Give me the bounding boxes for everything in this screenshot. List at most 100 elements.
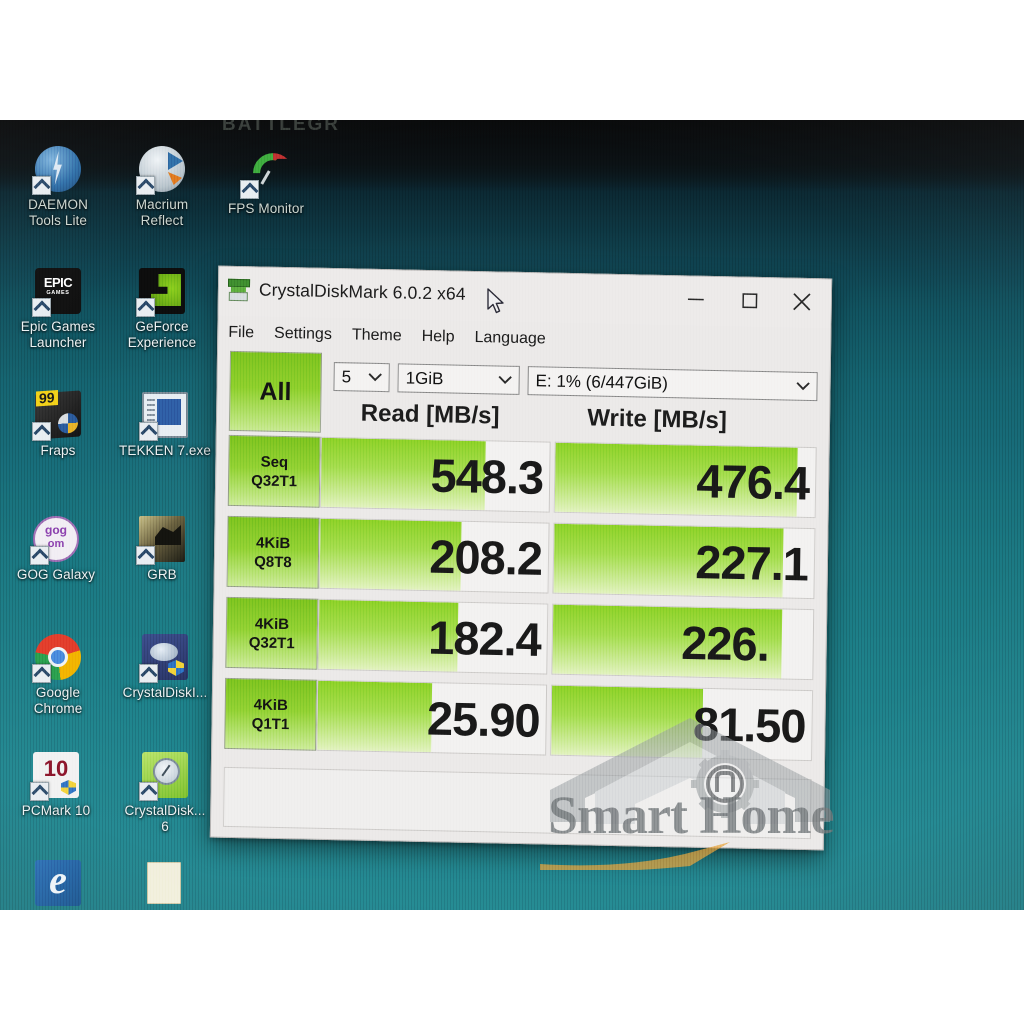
test-size-dropdown[interactable]: 1GiB xyxy=(397,363,520,395)
close-button[interactable] xyxy=(779,286,825,317)
desktop-icon-crystaldiskinfo[interactable]: CrystalDiskI... xyxy=(106,634,224,701)
shortcut-arrow-icon xyxy=(136,176,155,195)
shortcut-arrow-icon xyxy=(139,782,158,801)
seq-q32t1-write-cell: 476.4 xyxy=(553,441,817,519)
menu-item-file[interactable]: File xyxy=(228,324,254,343)
shortcut-arrow-icon xyxy=(139,422,158,441)
daemon-tools-lite-icon xyxy=(32,146,81,195)
chevron-down-icon xyxy=(795,377,810,395)
shortcut-arrow-icon xyxy=(136,546,155,565)
4kib-q8t8-read-value: 208.2 xyxy=(429,529,543,585)
test-label-4kib-q1t1[interactable]: 4KiB Q1T1 xyxy=(224,677,318,751)
desktop-icon-label: GRB xyxy=(147,567,177,582)
desktop-icon-epic-games-launcher[interactable]: Epic GamesLauncher xyxy=(6,268,110,350)
table-row: 4KiB Q1T1 25.90 81.50 xyxy=(224,677,814,763)
desktop-icon-crystaldiskmark-6[interactable]: CrystalDisk... 6 xyxy=(106,752,224,834)
desktop-icon-label: TEKKEN 7.exe xyxy=(119,443,211,458)
4kib-q32t1-write-cell: 226. xyxy=(551,603,815,681)
desktop-icon-daemon-tools-lite[interactable]: DAEMON Tools Lite xyxy=(6,146,110,228)
desktop-icon-macrium-reflect[interactable]: Macrium Reflect xyxy=(110,146,214,228)
crystaldiskmark-window[interactable]: CrystalDiskMark 6.0.2 x64 File Settings … xyxy=(209,265,833,851)
monitor-photo: BATTLEGR DAEMON Tools Lite Macrium Reflect xyxy=(0,120,1024,910)
drive-select-dropdown[interactable]: E: 1% (6/447GiB) xyxy=(527,366,818,402)
shortcut-arrow-icon xyxy=(30,546,49,565)
4kib-q1t1-write-value: 81.50 xyxy=(692,696,806,752)
desktop-icon-pcmark-10[interactable]: PCMark 10 xyxy=(4,752,108,819)
table-row: Seq Q32T1 548.3 476.4 xyxy=(227,434,817,520)
shortcut-arrow-icon xyxy=(32,422,51,441)
4kib-q8t8-read-cell: 208.2 xyxy=(318,517,550,594)
shortcut-arrow-icon xyxy=(240,180,259,199)
minimize-icon xyxy=(687,298,704,301)
desktop-icon-label: PCMark 10 xyxy=(21,803,91,818)
test-runs-dropdown[interactable]: 5 xyxy=(333,362,390,393)
read-column-header: Read [MB/s] xyxy=(360,399,500,430)
document-icon xyxy=(147,862,181,904)
macrium-reflect-icon xyxy=(136,146,185,195)
minimize-button[interactable] xyxy=(673,284,719,315)
disk-icon xyxy=(227,278,251,302)
desktop-icon-label: CrystalDisk... 6 xyxy=(124,803,206,834)
table-row: 4KiB Q8T8 208.2 227.1 xyxy=(226,515,816,601)
desktop-icon-label: CrystalDiskI... xyxy=(122,685,208,700)
desktop-icon-geforce-experience[interactable]: GeForce Experience xyxy=(110,268,214,350)
test-size-value: 1GiB xyxy=(405,368,444,388)
epic-games-icon xyxy=(32,268,81,317)
shortcut-arrow-icon xyxy=(136,298,155,317)
4kib-q32t1-read-value: 182.4 xyxy=(427,610,542,666)
test-label-4kib-q8t8[interactable]: 4KiB Q8T8 xyxy=(226,515,320,589)
maximize-button[interactable] xyxy=(727,285,773,316)
window-title: CrystalDiskMark 6.0.2 x64 xyxy=(258,279,466,304)
chevron-down-icon xyxy=(498,371,513,389)
4kib-q8t8-write-cell: 227.1 xyxy=(552,522,816,600)
pcmark-10-icon xyxy=(30,752,79,801)
chevron-down-icon xyxy=(368,368,383,386)
desktop-icon-label: Epic Games Launcher xyxy=(20,319,96,350)
table-row: 4KiB Q32T1 182.4 226. xyxy=(225,596,815,682)
test-runs-value: 5 xyxy=(341,366,352,386)
desktop-icon-label: GOG Galaxy xyxy=(16,567,96,582)
desktop-icon-grb[interactable]: GRB xyxy=(110,516,214,583)
menu-item-theme[interactable]: Theme xyxy=(352,326,402,345)
status-bar xyxy=(222,766,812,840)
screenshot-canvas: BATTLEGR DAEMON Tools Lite Macrium Reflect xyxy=(0,0,1024,1024)
fps-monitor-icon xyxy=(240,150,289,199)
edge-icon xyxy=(35,856,81,906)
shortcut-arrow-icon xyxy=(139,664,158,683)
desktop-icon-fps-monitor[interactable]: FPS Monitor xyxy=(214,150,318,217)
close-icon xyxy=(793,293,811,311)
4kib-q32t1-write-value: 226. xyxy=(680,615,770,671)
crystaldiskmark-icon xyxy=(139,752,188,801)
tekken-7-icon xyxy=(139,392,188,441)
maximize-icon xyxy=(742,293,758,309)
test-label-seq-q32t1[interactable]: Seq Q32T1 xyxy=(227,434,321,508)
menu-item-language[interactable]: Language xyxy=(474,329,545,348)
shortcut-arrow-icon xyxy=(32,298,51,317)
desktop-icon-microsoft-edge[interactable] xyxy=(6,856,110,910)
shortcut-arrow-icon xyxy=(32,664,51,683)
seq-q32t1-write-value: 476.4 xyxy=(696,453,810,510)
desktop-icon-document[interactable] xyxy=(112,862,216,909)
4kib-q1t1-read-value: 25.90 xyxy=(426,691,540,747)
desktop-icon-fraps[interactable]: Fraps xyxy=(6,390,110,459)
drive-select-value: E: 1% (6/447GiB) xyxy=(535,370,669,393)
seq-q32t1-read-cell: 548.3 xyxy=(319,436,551,513)
mouse-cursor xyxy=(486,288,506,321)
desktop-icon-google-chrome[interactable]: Google Chrome xyxy=(6,634,110,716)
desktop-icon-tekken-7-exe[interactable]: TEKKEN 7.exe xyxy=(106,392,224,459)
gog-galaxy-icon xyxy=(30,516,79,565)
google-chrome-icon xyxy=(32,634,81,683)
shortcut-arrow-icon xyxy=(30,782,49,801)
wallpaper-title-text: BATTLEGR xyxy=(222,120,341,135)
desktop-icon-label: Google Chrome xyxy=(33,685,83,716)
fraps-icon xyxy=(32,390,81,441)
4kib-q8t8-write-value: 227.1 xyxy=(694,534,809,591)
menu-item-help[interactable]: Help xyxy=(422,328,455,347)
4kib-q1t1-write-cell: 81.50 xyxy=(550,684,814,762)
desktop-icon-gog-galaxy[interactable]: GOG Galaxy xyxy=(4,516,108,583)
menu-item-settings[interactable]: Settings xyxy=(274,325,332,344)
desktop-icon-label: Fraps xyxy=(40,443,76,458)
test-label-4kib-q32t1[interactable]: 4KiB Q32T1 xyxy=(225,596,319,670)
desktop-icon-label: GeForce Experience xyxy=(127,319,197,350)
shortcut-arrow-icon xyxy=(32,176,51,195)
